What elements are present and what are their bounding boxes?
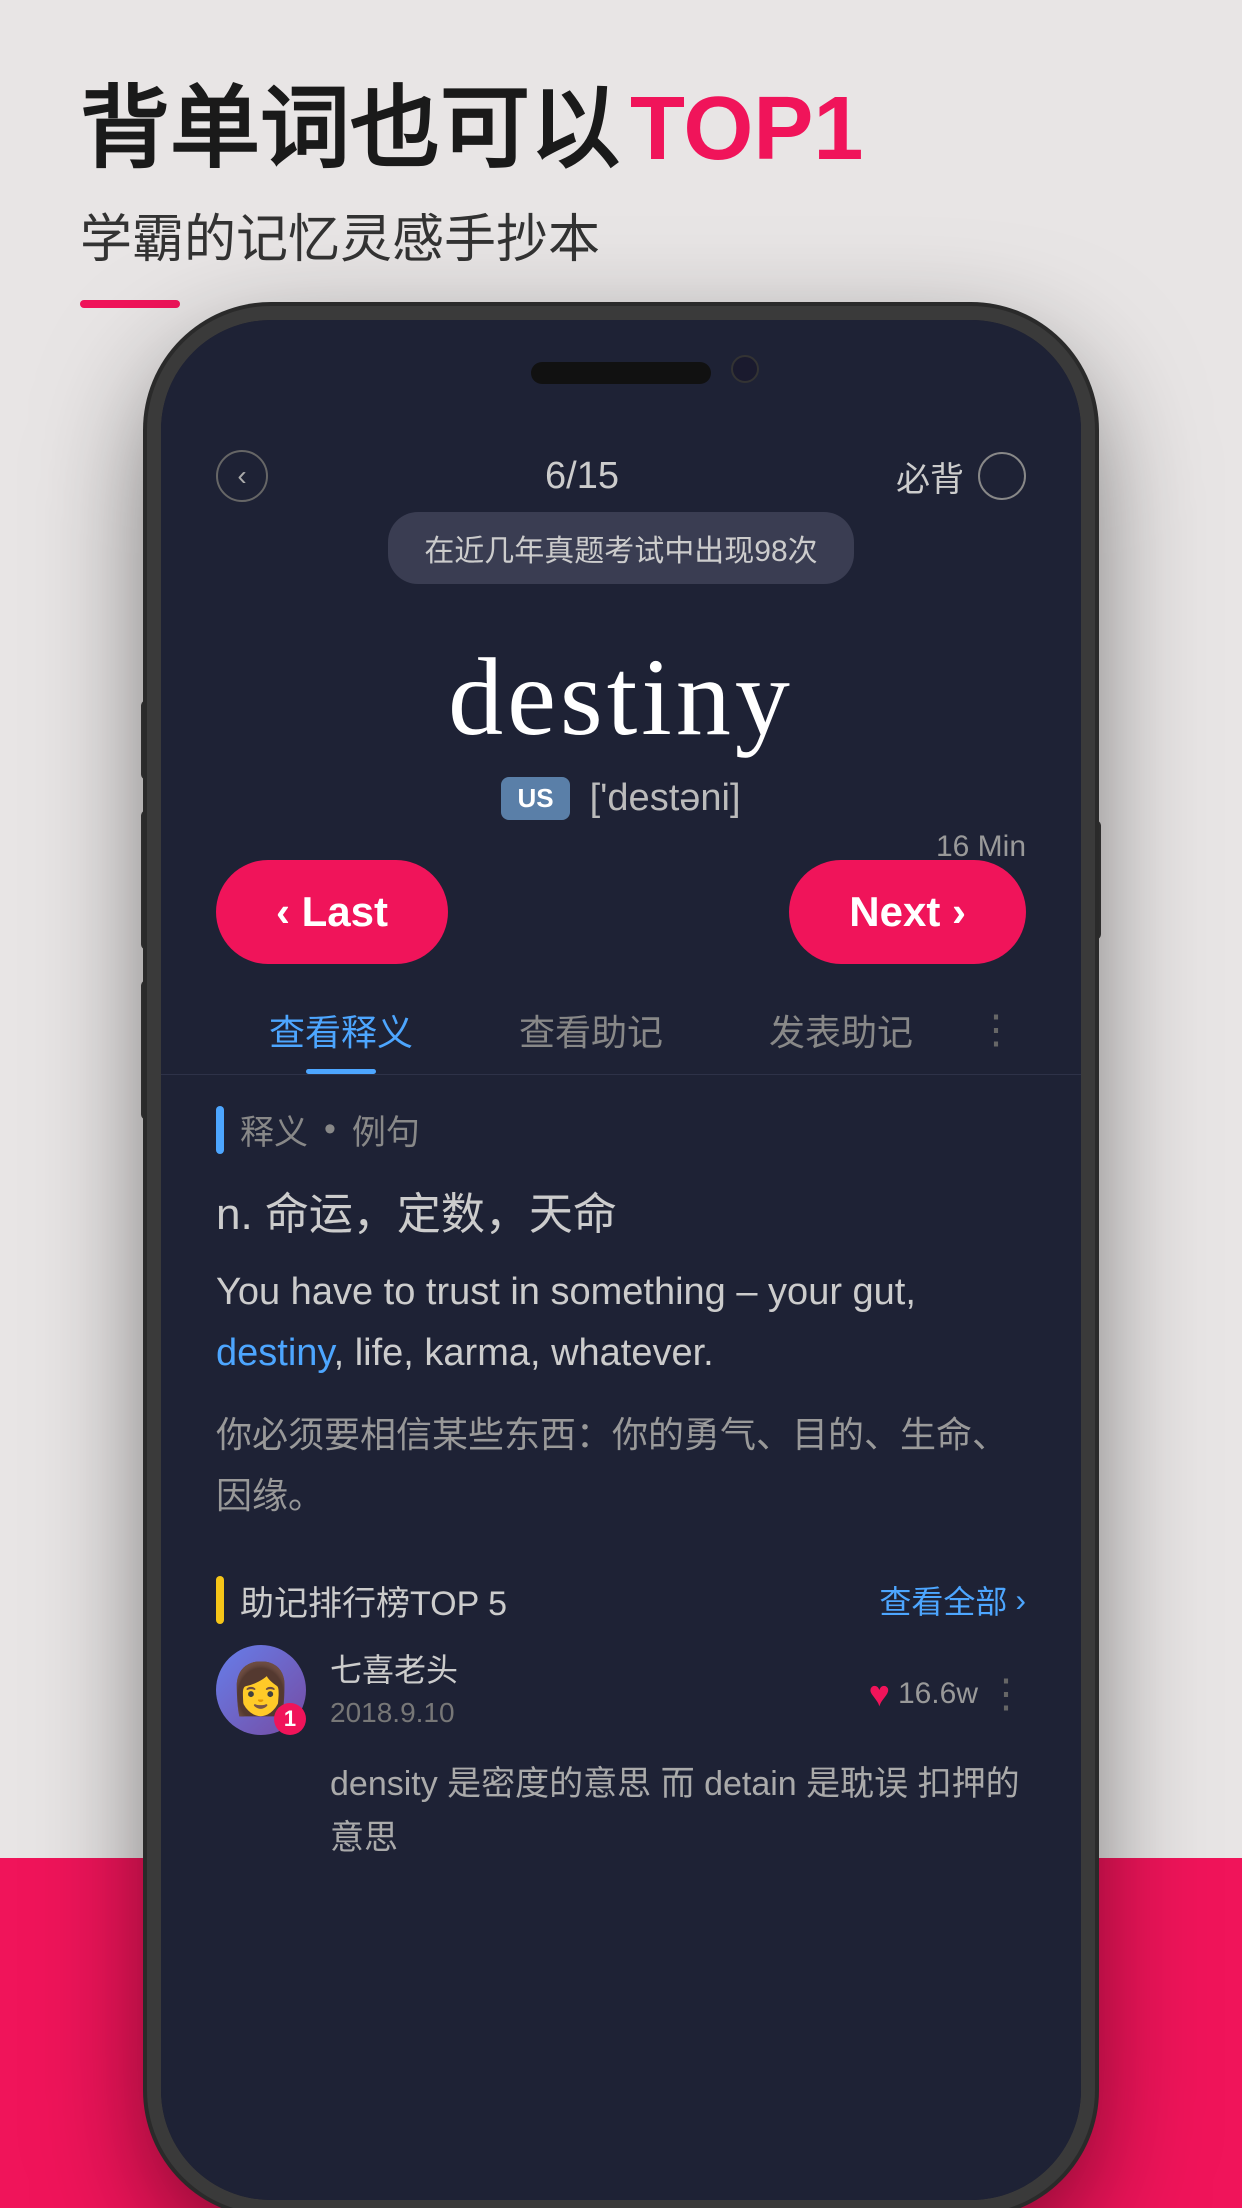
definition-section: 释义 • 例句 n. 命运，定数，天命 You have to trust in… <box>161 1075 1081 1556</box>
exam-tooltip: 在近几年真题考试中出现98次 <box>388 512 853 584</box>
screen-content: ‹ 6/15 必背 在近几年真题考试中出现98次 destiny <box>161 420 1081 2200</box>
user-meta-row: 七喜老头 2018.9.10 ♥ 16.6w ⋮ <box>330 1645 1026 1743</box>
definition-label-text: 释义 <box>240 1105 308 1154</box>
phone-mockup: ‹ 6/15 必背 在近几年真题考试中出现98次 destiny <box>161 320 1081 2200</box>
must-memorize-toggle[interactable]: 必背 <box>896 452 1026 501</box>
view-all-label: 查看全部 <box>879 1577 1007 1623</box>
avatar-container: 👩 1 <box>216 1645 306 1735</box>
tabs-row: 查看释义 查看助记 发表助记 ⋮ <box>161 984 1081 1075</box>
heart-icon[interactable]: ♥ <box>869 1673 890 1715</box>
nav-buttons-area: 16 Min ‹ Last Next › <box>161 840 1081 984</box>
phonetic-text: ['destəni] <box>590 777 741 820</box>
phone-topbar: ‹ 6/15 必背 <box>161 420 1081 512</box>
example-word-highlight: destiny <box>216 1332 334 1374</box>
definition-label-bar <box>216 1106 224 1154</box>
like-count: 16.6w <box>898 1677 978 1711</box>
tab-mnemonic-view[interactable]: 查看助记 <box>466 1004 716 1074</box>
example-prefix: You have to trust in something – your gu… <box>216 1271 916 1313</box>
mnemonics-label-text: 助记排行榜TOP 5 <box>240 1576 507 1625</box>
example-label: 例句 <box>352 1105 420 1154</box>
title-highlight: TOP1 <box>630 80 863 179</box>
mnemonic-entry: 👩 1 七喜老头 2018.9.10 ♥ 16.6w <box>216 1645 1026 1866</box>
volume-up-button <box>141 810 155 950</box>
entry-date: 2018.9.10 <box>330 1697 861 1729</box>
tab-mnemonic-post[interactable]: 发表助记 <box>716 1004 966 1074</box>
phone-body: ‹ 6/15 必背 在近几年真题考试中出现98次 destiny <box>161 320 1081 2200</box>
silent-button <box>141 700 155 780</box>
mnemonics-label-group: 助记排行榜TOP 5 <box>216 1576 507 1625</box>
definition-label: 释义 • 例句 <box>216 1105 1026 1154</box>
view-all-button[interactable]: 查看全部 › <box>879 1577 1026 1623</box>
word-section: destiny US ['destəni] <box>161 604 1081 840</box>
volume-down-button <box>141 980 155 1120</box>
time-label: 16 Min <box>936 830 1026 864</box>
power-button <box>1087 820 1101 940</box>
more-options-icon[interactable]: ⋮ <box>986 1671 1026 1717</box>
subtitle: 学霸的记忆灵感手抄本 <box>80 197 863 272</box>
must-memorize-label: 必背 <box>896 452 964 501</box>
last-button[interactable]: ‹ Last <box>216 860 448 964</box>
next-button[interactable]: Next › <box>789 860 1026 964</box>
mnemonics-section: 助记排行榜TOP 5 查看全部 › 👩 1 <box>161 1556 1081 1886</box>
example-suffix: , life, karma, whatever. <box>334 1332 714 1374</box>
phone-screen: ‹ 6/15 必背 在近几年真题考试中出现98次 destiny <box>161 320 1081 2200</box>
mnemonics-header: 助记排行榜TOP 5 查看全部 › <box>216 1576 1026 1625</box>
mnemonics-label-bar <box>216 1576 224 1624</box>
tabs-more-button[interactable]: ⋮ <box>966 1007 1026 1071</box>
red-underline-decoration <box>80 300 180 308</box>
back-button[interactable]: ‹ <box>216 450 268 502</box>
title-part1: 背单词也可以 <box>80 80 620 179</box>
mnemonic-content: density 是密度的意思 而 detain 是耽误 扣押的意思 <box>330 1757 1026 1866</box>
main-title: 背单词也可以 TOP1 <box>80 80 863 179</box>
rank-badge: 1 <box>274 1703 306 1735</box>
phonetic-section: US ['destəni] <box>161 777 1081 820</box>
definition-dot: • <box>324 1110 336 1149</box>
progress-indicator: 6/15 <box>545 455 619 498</box>
view-all-chevron-icon: › <box>1015 1582 1026 1619</box>
memorize-circle-button[interactable] <box>978 452 1026 500</box>
us-badge: US <box>501 777 569 820</box>
definition-pos: n. 命运，定数，天命 <box>216 1178 1026 1242</box>
phone-speaker <box>531 362 711 384</box>
user-info: 七喜老头 2018.9.10 ♥ 16.6w ⋮ density 是密度的意思 … <box>330 1645 1026 1866</box>
example-sentence-zh: 你必须要相信某些东西：你的勇气、目的、生命、 因缘。 <box>216 1404 1026 1526</box>
header-section: 背单词也可以 TOP1 学霸的记忆灵感手抄本 <box>80 80 863 308</box>
username: 七喜老头 <box>330 1645 861 1691</box>
word-display: destiny <box>161 634 1081 761</box>
phone-camera <box>731 355 759 383</box>
tab-definition[interactable]: 查看释义 <box>216 1004 466 1074</box>
example-sentence-en: You have to trust in something – your gu… <box>216 1262 1026 1384</box>
